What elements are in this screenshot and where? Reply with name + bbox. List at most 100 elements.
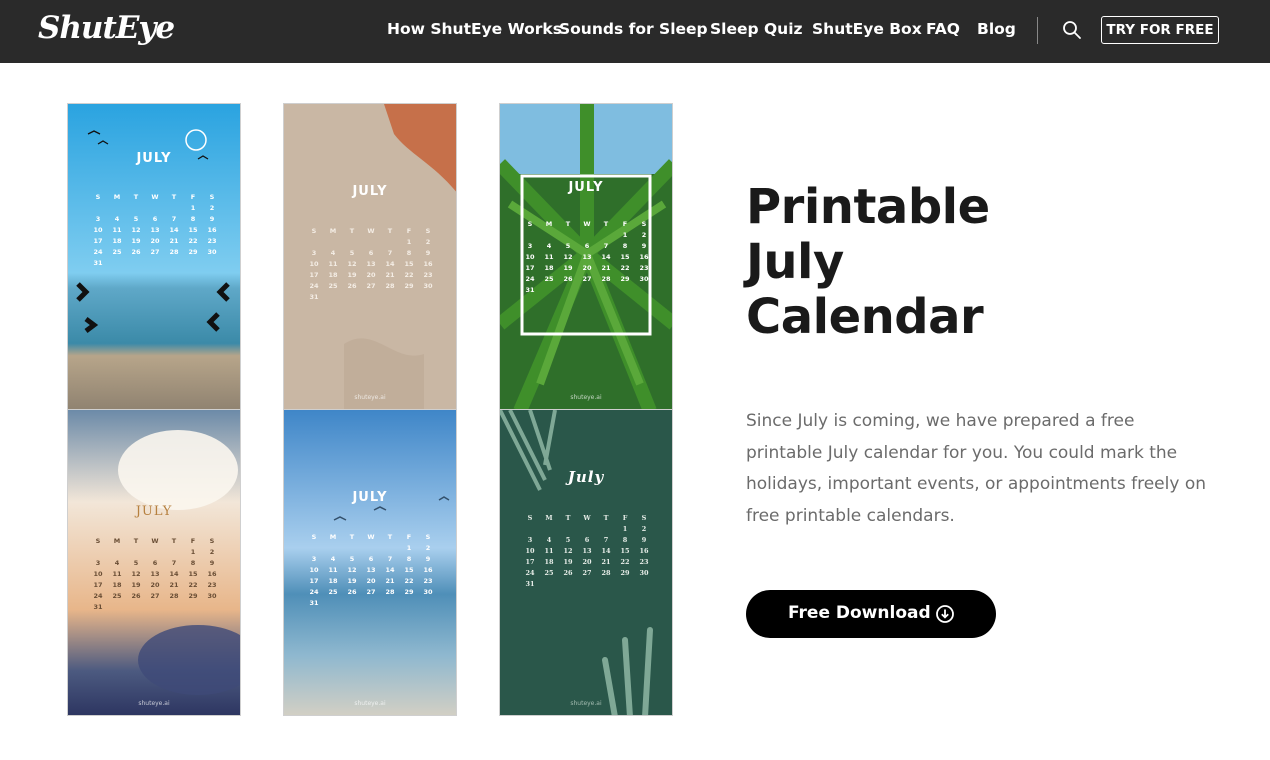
calendar-week-row: 3 4 5 6 7 8 9: [306, 248, 436, 259]
calendar-day: 5: [133, 559, 139, 567]
calendar-day: 5: [349, 249, 355, 257]
calendar-weekday: T: [387, 533, 393, 541]
calendar-weekday-row: SMTWTFS: [90, 192, 220, 203]
calendar-card-beach[interactable]: JULY S M T W T F S 1 2 3 4 5 6 7 8 9 10 11 12 13 14 15 16 17 18 1…: [67, 103, 241, 410]
calendar-day: 14: [601, 547, 611, 555]
calendar-day: 11: [112, 570, 122, 578]
shuteye-logo[interactable]: ShutEye: [38, 10, 175, 46]
calendar-day: 16: [639, 547, 649, 555]
calendar-card-beige[interactable]: JULY S M T W T F S 1 2 3 4 5 6 7 8 9 10 11 12 13 14 15 16 17 18 1…: [283, 103, 457, 410]
top-navigation-bar: ShutEye How ShutEye Works Sounds for Sle…: [0, 0, 1270, 63]
calendar-weekday: S: [311, 227, 317, 235]
calendar-day: [147, 547, 163, 558]
free-download-label: Free Download: [788, 603, 931, 623]
calendar-day: [363, 543, 379, 554]
calendar-day: 23: [639, 558, 649, 566]
calendar-weekday: W: [151, 537, 159, 545]
calendar-day: [617, 285, 633, 296]
calendar-weekday: T: [171, 193, 177, 201]
calendar-week-row: 31: [306, 598, 436, 609]
calendar-weekday: T: [349, 533, 355, 541]
calendar-day: 2: [641, 231, 647, 239]
calendar-day: 9: [209, 215, 215, 223]
nav-how-shuteye-works[interactable]: How ShutEye Works: [387, 20, 562, 38]
calendar-day: 2: [209, 548, 215, 556]
calendar-day: 6: [152, 215, 158, 223]
calendar-weekday: F: [190, 537, 196, 545]
calendar-day: 4: [330, 249, 336, 257]
calendar-weekday: F: [622, 514, 628, 522]
calendar-weekday: T: [387, 227, 393, 235]
calendar-weekday: W: [367, 227, 375, 235]
calendar-day: 20: [150, 237, 160, 245]
try-for-free-button[interactable]: TRY FOR FREE: [1101, 16, 1219, 44]
calendar-day: [185, 258, 201, 269]
calendar-day: 3: [311, 555, 317, 563]
calendar-day: 17: [525, 264, 535, 272]
nav-sleep-quiz[interactable]: Sleep Quiz: [710, 20, 803, 38]
calendar-card-clouds[interactable]: JULY S M T W T F S 1 2 3 4 5 6 7 8 9 10 11 12 13 14 15 16 17 18 1…: [67, 409, 241, 716]
calendar-day: 4: [330, 555, 336, 563]
calendar-weekday: T: [565, 220, 571, 228]
calendar-week-row: 24 25 26 27 28 29 30: [522, 568, 652, 579]
nav-sounds-for-sleep[interactable]: Sounds for Sleep: [559, 20, 708, 38]
calendar-day: 17: [309, 577, 319, 585]
free-download-button[interactable]: Free Download: [746, 590, 996, 638]
calendar-day: 23: [423, 271, 433, 279]
calendar-day: 20: [150, 581, 160, 589]
calendar-day: 9: [425, 249, 431, 257]
download-circle-icon: [935, 604, 955, 624]
calendar-day: [382, 292, 398, 303]
calendar-day: 6: [584, 242, 590, 250]
calendar-day: 11: [544, 547, 554, 555]
calendar-week-row: 17 18 19 20 21 22 23: [522, 263, 652, 274]
calendar-day: [147, 258, 163, 269]
calendar-week-row: 24 25 26 27 28 29 30: [306, 587, 436, 598]
calendar-weekday: F: [190, 193, 196, 201]
calendar-card-botanical[interactable]: July S M T W T F S 1 2 3 4 5 6 7 8 9 10 11 12 13 14 15 16 17 18 1…: [499, 409, 673, 716]
calendar-day: 29: [404, 588, 414, 596]
calendar-day: [166, 258, 182, 269]
calendar-day: [598, 524, 614, 535]
calendar-day: 3: [95, 559, 101, 567]
calendar-day: 21: [169, 237, 179, 245]
nav-shuteye-box[interactable]: ShutEye Box: [812, 20, 922, 38]
calendar-day: [541, 285, 557, 296]
calendar-day: 20: [582, 558, 592, 566]
calendar-week-row: 31: [306, 292, 436, 303]
calendar-day: 22: [404, 271, 414, 279]
calendar-card-sky-sea[interactable]: JULY S M T W T F S 1 2 3 4 5 6 7 8 9 10 11 12 13 14 15 16 17 18 1…: [283, 409, 457, 716]
calendar-weekday: S: [425, 227, 431, 235]
calendar-day: 19: [563, 558, 573, 566]
calendar-weekday: S: [209, 537, 215, 545]
calendar-week-row: 31: [522, 579, 652, 590]
calendar-day: 7: [387, 249, 393, 257]
calendar-card-palm[interactable]: JULY S M T W T F S 1 2 3 4 5 6 7 8 9 10 11 12 13 14 15 16 17 18 1…: [499, 103, 673, 410]
calendar-day: 19: [347, 271, 357, 279]
calendar-day: [90, 547, 106, 558]
calendar-day: 13: [150, 570, 160, 578]
calendar-day: [325, 543, 341, 554]
calendar-day: 26: [347, 282, 357, 290]
calendar-day: [560, 230, 576, 241]
calendar-day: 10: [525, 253, 535, 261]
calendar-day: 8: [406, 249, 412, 257]
calendar-weekday: M: [329, 227, 337, 235]
calendar-day: 1: [190, 204, 196, 212]
calendar-day: 16: [639, 253, 649, 261]
calendar-day: 28: [169, 592, 179, 600]
nav-blog[interactable]: Blog: [977, 20, 1016, 38]
calendar-day: 1: [622, 525, 628, 533]
calendar-day: 1: [406, 238, 412, 246]
calendar-day: 25: [112, 248, 122, 256]
nav-faq[interactable]: FAQ: [926, 20, 960, 38]
calendar-week-row: 17 18 19 20 21 22 23: [90, 580, 220, 591]
calendar-day: [109, 258, 125, 269]
calendar-day: 17: [93, 581, 103, 589]
search-icon[interactable]: [1062, 20, 1082, 40]
calendar-weekday: S: [527, 514, 533, 522]
calendar-day: [325, 598, 341, 609]
calendar-day: [344, 237, 360, 248]
calendar-day: 25: [544, 569, 554, 577]
calendar-week-row: 10 11 12 13 14 15 16: [306, 565, 436, 576]
